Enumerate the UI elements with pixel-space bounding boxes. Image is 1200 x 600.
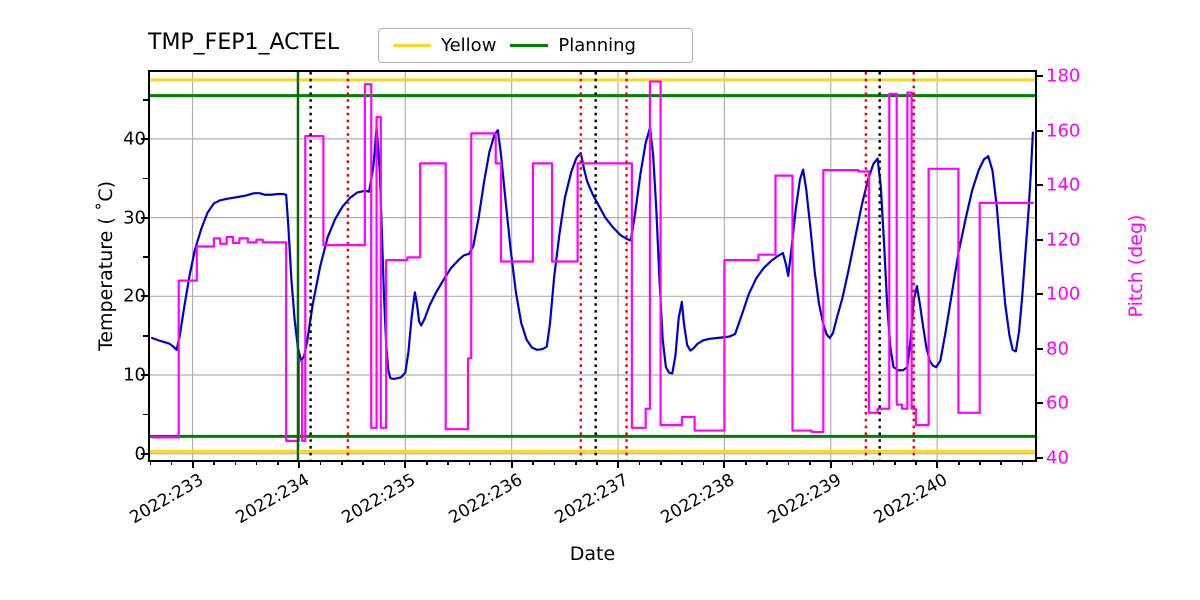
y-tick-mark-right (1036, 347, 1043, 350)
x-tick-mark-minor (936, 460, 939, 465)
x-tick-mark-minor (319, 460, 322, 465)
y-tick-mark-right (1036, 402, 1043, 405)
x-tick-mark-minor (1000, 460, 1003, 465)
y-axis-label-right: Pitch (deg) (1125, 214, 1147, 318)
x-tick-mark-minor (702, 460, 705, 465)
page-title: TMP_FEP1_ACTEL (148, 30, 340, 55)
x-tick-mark-minor (596, 460, 598, 465)
x-tick-mark-minor (383, 460, 386, 465)
y-tick-mark-right (1036, 184, 1043, 187)
y-tick-label-right: 40 (1046, 447, 1069, 469)
y-tick-mark-minor-left (143, 177, 148, 180)
x-tick-mark-minor (362, 460, 364, 465)
legend-swatch-yellow (393, 44, 431, 47)
x-tick-mark-minor (404, 460, 407, 465)
x-tick-mark-minor (532, 460, 535, 465)
y-tick-mark-minor-left (143, 256, 148, 259)
x-tick-mark-minor (723, 460, 726, 465)
y-tick-mark-minor-left (143, 335, 148, 337)
y-tick-mark-right (1036, 129, 1043, 132)
y-tick-label-right: 60 (1046, 392, 1069, 414)
legend-swatch-planning (510, 44, 549, 47)
legend: Yellow Planning (378, 28, 693, 63)
series-line-temperature (151, 126, 1034, 381)
chart-figure: TMP_FEP1_ACTEL Yellow Planning Temperatu… (0, 0, 1200, 600)
x-tick-mark-minor (192, 460, 194, 465)
y-tick-mark-minor-left (143, 138, 148, 140)
x-tick-label: 2022:235 (338, 470, 420, 529)
x-tick-mark-minor (830, 460, 832, 465)
x-tick-mark-minor (553, 460, 556, 465)
x-tick-mark-minor (447, 460, 449, 465)
x-tick-mark-minor (340, 460, 343, 465)
x-tick-mark-minor (894, 460, 896, 465)
series-line-pitch (151, 80, 1034, 443)
y-tick-mark-right (1036, 238, 1043, 241)
y-tick-mark-right (1036, 293, 1043, 296)
x-tick-label: 2022:237 (551, 470, 633, 529)
legend-label-yellow: Yellow (441, 35, 497, 56)
y-tick-mark-right (1036, 75, 1043, 78)
y-axis-label-left: Temperature ( ˚C) (95, 180, 117, 352)
x-tick-label: 2022:233 (126, 470, 207, 529)
x-tick-mark-minor (617, 460, 620, 465)
legend-entry-yellow: Yellow (393, 35, 496, 56)
x-tick-label: 2022:238 (657, 470, 739, 529)
y-tick-label-right: 120 (1046, 229, 1081, 251)
x-tick-mark-minor (255, 460, 258, 465)
x-tick-mark-minor (170, 460, 173, 465)
x-tick-mark-minor (511, 460, 513, 465)
y-tick-label-right: 160 (1046, 120, 1081, 142)
x-tick-mark-minor (638, 460, 641, 465)
y-tick-mark-minor-left (143, 453, 148, 455)
x-tick-mark-minor (660, 460, 662, 465)
y-tick-label-right: 180 (1046, 65, 1081, 87)
x-tick-mark-minor (681, 460, 683, 465)
x-tick-label: 2022:239 (764, 470, 845, 529)
x-tick-mark-minor (298, 460, 300, 465)
x-tick-mark-minor (915, 460, 917, 465)
x-tick-mark-minor (979, 460, 981, 465)
y-tick-mark-minor-left (143, 374, 148, 377)
x-tick-label: 2022:236 (445, 470, 526, 529)
legend-entry-planning: Planning (510, 35, 636, 56)
plot-canvas (150, 72, 1035, 460)
x-axis-label: Date (569, 543, 616, 565)
y-tick-mark-right (1036, 456, 1043, 459)
x-tick-mark-minor (766, 460, 769, 465)
x-tick-label: 2022:240 (870, 470, 952, 529)
x-tick-mark-minor (426, 460, 428, 465)
x-tick-label: 2022:234 (232, 470, 313, 529)
x-tick-mark-minor (468, 460, 471, 465)
plot-area (148, 70, 1037, 462)
x-tick-mark-minor (787, 460, 790, 465)
x-tick-mark-minor (213, 460, 215, 465)
y-tick-label-right: 80 (1046, 338, 1069, 360)
x-tick-mark-minor (574, 460, 577, 465)
y-tick-mark-minor-left (143, 413, 148, 416)
x-tick-mark-minor (277, 460, 279, 465)
x-tick-mark-minor (745, 460, 747, 465)
y-tick-label-right: 100 (1046, 283, 1081, 305)
x-tick-mark-minor (957, 460, 960, 465)
x-tick-mark-minor (149, 460, 152, 465)
y-tick-mark-minor-left (143, 295, 148, 298)
y-tick-mark-minor-left (143, 217, 148, 219)
x-tick-mark-minor (851, 460, 854, 465)
x-tick-mark-minor (808, 460, 811, 465)
x-tick-mark-minor (489, 460, 492, 465)
x-tick-mark-minor (1021, 460, 1024, 465)
y-tick-label-right: 140 (1046, 174, 1081, 196)
legend-label-planning: Planning (558, 35, 636, 56)
y-tick-mark-minor-left (143, 99, 148, 101)
x-tick-mark-minor (234, 460, 237, 465)
x-tick-mark-minor (872, 460, 875, 465)
